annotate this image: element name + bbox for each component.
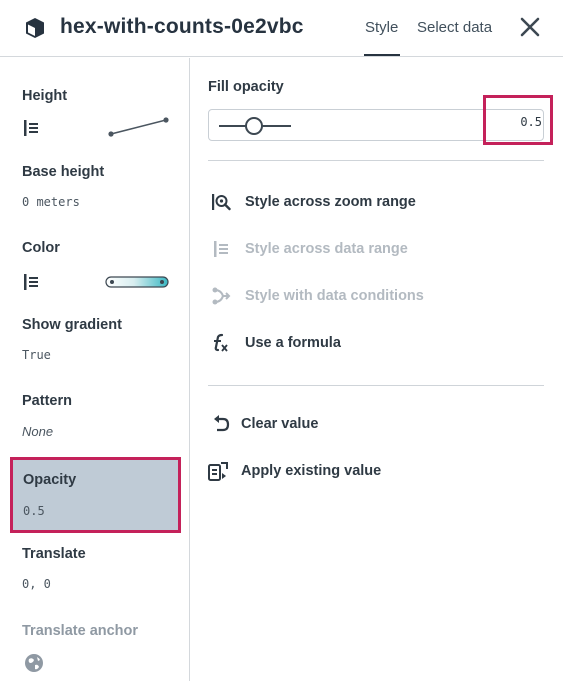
property-label: Color bbox=[22, 240, 60, 256]
apply-existing-value-button[interactable]: Apply existing value bbox=[208, 460, 511, 484]
style-across-zoom-range-button[interactable]: Style across zoom range bbox=[211, 191, 511, 215]
opacity-slider-handle[interactable] bbox=[245, 117, 263, 135]
property-value: 0.5 bbox=[23, 504, 45, 518]
property-base-height[interactable]: Base height 0 meters bbox=[8, 156, 182, 216]
data-conditions-icon bbox=[212, 287, 231, 305]
gradient-bar-icon bbox=[105, 276, 169, 288]
property-label: Translate bbox=[22, 546, 86, 562]
property-sidebar: Height Base height 0 meters Color Show g… bbox=[0, 58, 190, 681]
property-translate-anchor[interactable]: Translate anchor bbox=[8, 615, 182, 677]
data-list-icon bbox=[24, 274, 38, 290]
style-editor-panel: Fill opacity 0.5 Style across zoom range… bbox=[191, 58, 563, 681]
opacity-value-text: 0.5 bbox=[520, 115, 542, 129]
property-pattern[interactable]: Pattern None bbox=[8, 385, 182, 445]
active-tab-indicator bbox=[364, 54, 400, 56]
property-translate[interactable]: Translate 0, 0 bbox=[8, 538, 182, 598]
tab-style[interactable]: Style bbox=[365, 19, 398, 36]
apply-value-icon bbox=[208, 462, 228, 481]
property-label: Show gradient bbox=[22, 317, 122, 333]
action-label: Apply existing value bbox=[241, 463, 382, 479]
opacity-value-field[interactable]: 0.5 bbox=[483, 95, 553, 145]
tab-select-data[interactable]: Select data bbox=[417, 19, 492, 36]
action-label: Style across zoom range bbox=[245, 194, 416, 210]
property-value: 0, 0 bbox=[22, 577, 51, 591]
action-label: Clear value bbox=[241, 416, 319, 432]
property-label: Opacity bbox=[23, 472, 77, 488]
property-label: Height bbox=[22, 88, 68, 104]
close-icon[interactable] bbox=[518, 15, 542, 39]
property-show-gradient[interactable]: Show gradient True bbox=[8, 309, 182, 369]
property-opacity[interactable]: Opacity 0.5 bbox=[10, 457, 181, 533]
clear-value-button[interactable]: Clear value bbox=[211, 413, 511, 437]
style-across-data-range-button[interactable]: Style across data range bbox=[211, 238, 511, 262]
fill-opacity-label: Fill opacity bbox=[208, 79, 284, 95]
property-value: None bbox=[22, 424, 54, 439]
property-label: Base height bbox=[22, 164, 105, 180]
style-with-data-conditions-button[interactable]: Style with data conditions bbox=[211, 285, 511, 309]
globe-icon bbox=[25, 654, 43, 672]
formula-icon bbox=[214, 333, 228, 352]
line-preview-icon bbox=[108, 117, 169, 137]
undo-icon bbox=[214, 415, 230, 432]
divider bbox=[208, 385, 544, 386]
divider bbox=[208, 160, 544, 161]
action-label: Style across data range bbox=[245, 241, 408, 257]
layer-title: hex-with-counts-0e2vbc bbox=[60, 15, 304, 38]
property-label: Translate anchor bbox=[22, 623, 139, 639]
property-value: 0 meters bbox=[22, 195, 80, 209]
action-label: Use a formula bbox=[245, 335, 341, 351]
data-list-icon bbox=[24, 120, 38, 136]
property-label: Pattern bbox=[22, 393, 72, 409]
zoom-range-icon bbox=[212, 194, 231, 211]
use-a-formula-button[interactable]: Use a formula bbox=[211, 332, 511, 356]
panel-header: hex-with-counts-0e2vbc Style Select data bbox=[0, 0, 563, 57]
property-height[interactable]: Height bbox=[8, 80, 182, 146]
property-value: True bbox=[22, 348, 51, 362]
layer-cube-icon bbox=[26, 18, 44, 38]
action-label: Style with data conditions bbox=[245, 288, 424, 304]
property-color[interactable]: Color bbox=[8, 232, 182, 298]
data-range-icon bbox=[214, 241, 228, 257]
